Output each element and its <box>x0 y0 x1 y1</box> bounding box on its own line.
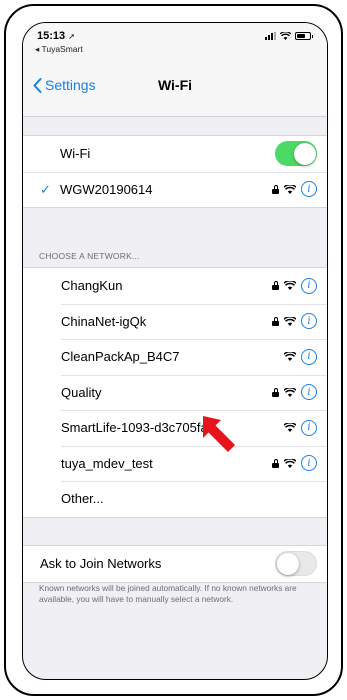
connected-network-icons: i <box>272 172 317 208</box>
red-pointer-arrow-icon <box>203 416 235 452</box>
status-time: 15:13 ➚ <box>37 30 75 42</box>
wifi-toggle[interactable] <box>275 141 317 166</box>
connected-network-row[interactable]: ✓ WGW20190614 i <box>23 171 327 208</box>
wifi-label: Wi-Fi <box>60 146 91 162</box>
checkmark-icon: ✓ <box>40 181 51 197</box>
network-row[interactable]: tuya_mdev_test i <box>23 445 327 482</box>
ask-to-join-row: Ask to Join Networks <box>23 546 327 582</box>
network-row[interactable]: SmartLife-1093-d3c705fa i <box>23 410 327 446</box>
info-icon[interactable]: i <box>301 277 317 294</box>
location-icon: ➚ <box>68 32 75 41</box>
ask-to-join-toggle[interactable] <box>275 551 317 576</box>
network-name: Quality <box>61 384 102 400</box>
wifi-status-icon <box>280 32 291 40</box>
info-icon[interactable]: i <box>301 455 317 472</box>
other-network-row[interactable]: Other... <box>23 481 327 517</box>
lock-icon <box>272 458 279 468</box>
phone-screen: 15:13 ➚ ◂ TuyaSmart Settings Wi-Fi Wi-Fi… <box>22 22 328 680</box>
other-label: Other... <box>61 491 104 507</box>
info-icon[interactable]: i <box>301 313 317 330</box>
network-row[interactable]: Quality i <box>23 374 327 411</box>
network-row[interactable]: ChinaNet-igQk i <box>23 303 327 340</box>
navigation-bar: Settings Wi-Fi <box>23 59 327 117</box>
network-icons: i <box>272 304 317 340</box>
network-name: ChangKun <box>61 278 123 294</box>
wifi-strength-icon <box>284 423 296 433</box>
status-bar: 15:13 ➚ ◂ TuyaSmart <box>23 23 327 59</box>
network-row[interactable]: CleanPackAp_B4C7 i <box>23 339 327 375</box>
network-icons: i <box>284 410 317 446</box>
info-icon[interactable]: i <box>301 419 317 436</box>
wifi-strength-icon <box>284 184 296 194</box>
ask-to-join-group: Ask to Join Networks <box>23 545 327 583</box>
info-icon[interactable]: i <box>301 348 317 365</box>
network-icons: i <box>272 268 317 304</box>
back-to-app-link[interactable]: ◂ TuyaSmart <box>35 44 83 55</box>
wifi-strength-icon <box>284 458 296 468</box>
status-icons <box>265 32 313 40</box>
wifi-strength-icon <box>284 352 296 362</box>
wifi-strength-icon <box>284 316 296 326</box>
network-name: tuya_mdev_test <box>61 455 153 471</box>
wifi-strength-icon <box>284 387 296 397</box>
network-name: ChinaNet-igQk <box>61 313 147 329</box>
connected-network-name: WGW20190614 <box>60 181 153 197</box>
info-icon[interactable]: i <box>301 181 317 198</box>
wifi-strength-icon <box>284 281 296 291</box>
network-row[interactable]: ChangKun i <box>23 268 327 304</box>
network-name: SmartLife-1093-d3c705fa <box>61 420 208 436</box>
wifi-group: Wi-Fi ✓ WGW20190614 i <box>23 135 327 208</box>
network-list: ChangKun i ChinaNet-igQk i CleanPackAp_B4C7 i… <box>23 267 327 518</box>
cellular-signal-icon <box>265 32 276 40</box>
network-icons: i <box>272 375 317 411</box>
ask-to-join-description: Known networks will be joined automatica… <box>39 583 297 604</box>
toggle-knob <box>276 552 299 575</box>
info-icon[interactable]: i <box>301 384 317 401</box>
choose-network-header: CHOOSE A NETWORK... <box>39 251 140 261</box>
lock-icon <box>272 184 279 194</box>
lock-icon <box>272 281 279 291</box>
phone-outer-frame: 15:13 ➚ ◂ TuyaSmart Settings Wi-Fi Wi-Fi… <box>4 4 343 696</box>
network-name: CleanPackAp_B4C7 <box>61 349 180 365</box>
network-icons: i <box>272 446 317 482</box>
battery-icon <box>295 32 313 40</box>
page-title: Wi-Fi <box>157 77 193 93</box>
toggle-knob <box>293 142 316 165</box>
wifi-toggle-row: Wi-Fi <box>23 136 327 172</box>
network-icons: i <box>284 339 317 375</box>
lock-icon <box>272 387 279 397</box>
ask-to-join-label: Ask to Join Networks <box>40 556 162 572</box>
lock-icon <box>272 316 279 326</box>
